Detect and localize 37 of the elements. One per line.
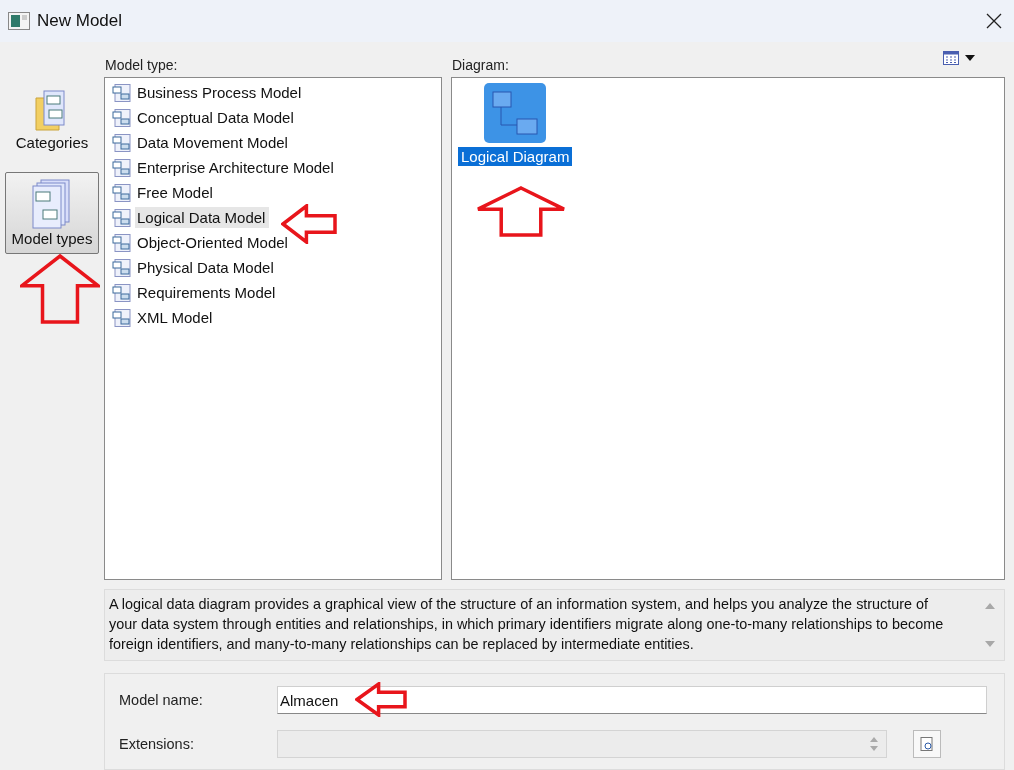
annotation-arrow bbox=[355, 682, 407, 717]
diagram-item[interactable]: Logical Diagram bbox=[458, 147, 573, 166]
model-icon bbox=[112, 282, 132, 303]
model-icon bbox=[112, 132, 132, 153]
model-icon bbox=[112, 257, 132, 278]
model-type-item[interactable]: XML Model bbox=[135, 307, 217, 328]
browse-button[interactable] bbox=[913, 730, 941, 758]
model-icon bbox=[112, 157, 132, 178]
model-icon bbox=[112, 107, 132, 128]
model-type-item[interactable]: Data Movement Model bbox=[135, 132, 292, 153]
app-icon bbox=[8, 12, 30, 30]
close-icon[interactable] bbox=[986, 13, 1002, 29]
model-type-item[interactable]: Free Model bbox=[135, 182, 217, 203]
description-text: A logical data diagram provides a graphical view of the structure of an information system, and helps you analyze the structure of your data system through entities and relationships, in which primary identifiers migrate along one-to-many relationships to become foreign identifiers, and many-to-many relationships can be replaced by intermediate entities. bbox=[108, 595, 945, 654]
model-icon bbox=[112, 207, 132, 228]
model-icon bbox=[112, 182, 132, 203]
model-type-item[interactable]: Requirements Model bbox=[135, 282, 280, 303]
model-type-item[interactable]: Logical Data Model bbox=[135, 207, 270, 228]
model-name-field[interactable]: Almacen bbox=[277, 686, 987, 714]
diagram-label: Diagram: bbox=[451, 56, 509, 75]
model-icon bbox=[112, 232, 132, 253]
model-type-item[interactable]: Enterprise Architecture Model bbox=[135, 157, 338, 178]
model-name-label: Model name: bbox=[119, 692, 204, 708]
extensions-label: Extensions: bbox=[119, 736, 195, 752]
sidebar-item[interactable]: Categories bbox=[5, 76, 99, 158]
model-icon bbox=[112, 307, 132, 328]
model-type-item[interactable]: Conceptual Data Model bbox=[135, 107, 298, 128]
model-type-label: Model type: bbox=[104, 56, 179, 75]
model-type-item[interactable]: Physical Data Model bbox=[135, 257, 278, 278]
magnifier-page-icon bbox=[919, 736, 935, 752]
window-title: New Model bbox=[37, 11, 124, 31]
view-options-icon[interactable] bbox=[943, 50, 977, 66]
model-type-item[interactable]: Object-Oriented Model bbox=[135, 232, 292, 253]
sidebar-item[interactable]: Model types bbox=[5, 172, 99, 254]
model-type-item[interactable]: Business Process Model bbox=[135, 82, 306, 103]
diagram-icon[interactable] bbox=[483, 82, 548, 144]
model-icon bbox=[112, 82, 132, 103]
